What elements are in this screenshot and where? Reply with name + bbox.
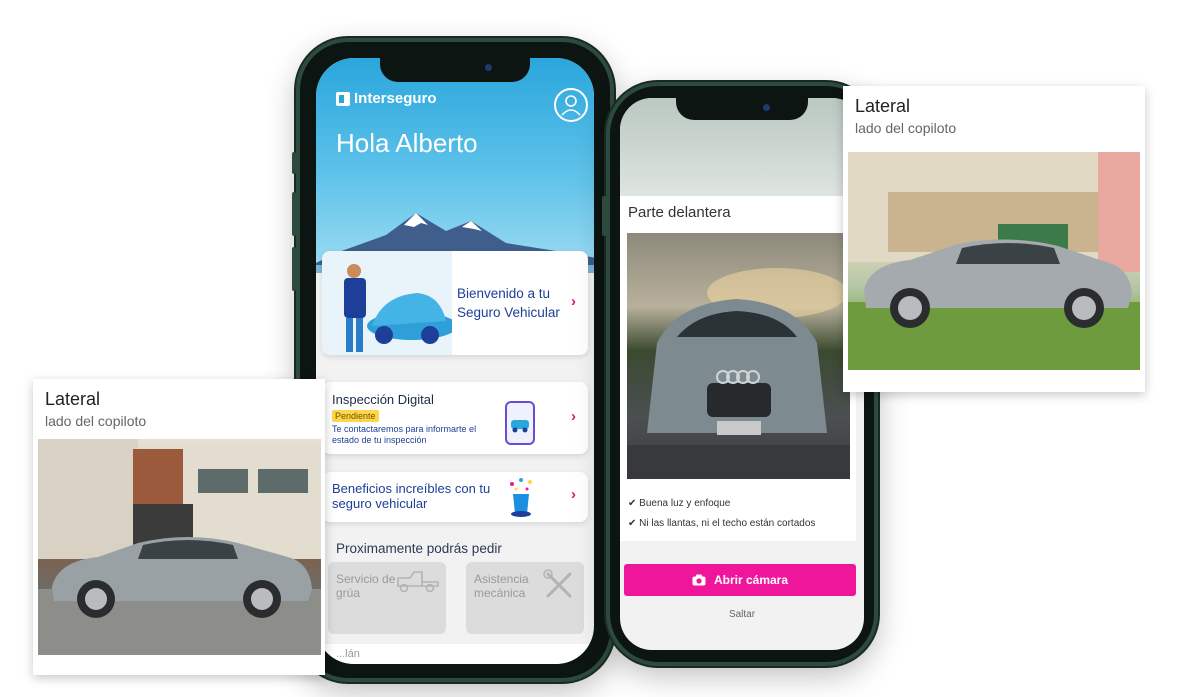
inspection-description: Te contactaremos para informarte el esta… (332, 424, 477, 445)
section-title: Parte delantera (628, 204, 731, 221)
service-mechanic-card: Asistencia mecánica (466, 562, 584, 634)
card-title: Lateral (45, 389, 101, 409)
welcome-card[interactable]: Bienvenido a tu Seguro Vehicular › (322, 251, 588, 355)
volume-down (292, 247, 296, 291)
service-mechanic-label: Asistencia mecánica (474, 572, 529, 600)
brand-logo: Interseguro (336, 90, 437, 107)
tow-truck-icon (397, 571, 439, 593)
camera-icon (692, 574, 706, 586)
card-title: Lateral (855, 96, 911, 116)
camera-screen: Parte delantera ✔ Buena luz y enfoque ✔ … (620, 98, 864, 650)
service-tow-card: Servicio de grúa (328, 562, 446, 634)
lateral-card-right: Lateral lado del copiloto (843, 86, 1145, 392)
chevron-right-icon: › (571, 486, 576, 503)
benefits-title: Beneficios increíbles con tu seguro vehi… (332, 481, 491, 511)
bottom-partial-text: ...lán (336, 648, 360, 660)
inspection-title: Inspección Digital (332, 392, 434, 407)
mute-switch (292, 152, 296, 174)
notch (676, 94, 808, 120)
card-subtitle: lado del copiloto (855, 120, 957, 136)
open-camera-button[interactable]: Abrir cámara (624, 564, 856, 596)
check-icon: ✔ (628, 498, 637, 509)
check-item: ✔ Buena luz y enfoque (628, 498, 730, 509)
coming-soon-title: Proximamente podrás pedir (336, 541, 502, 556)
inspection-card[interactable]: Inspección Digital Pendiente Te contacta… (322, 382, 588, 454)
greeting-title: Hola Alberto (336, 128, 478, 158)
volume-up (292, 192, 296, 236)
hero-banner: Interseguro Hola Alberto (316, 58, 594, 273)
bottom-section: ...lán (316, 644, 594, 664)
magic-hat-icon (510, 478, 532, 517)
check-icon: ✔ (628, 518, 637, 529)
welcome-illustration (322, 251, 452, 355)
car-front-photo (627, 233, 850, 479)
notch (380, 54, 530, 82)
phone-car-icon (505, 401, 535, 445)
phone-camera: Parte delantera ✔ Buena luz y enfoque ✔ … (602, 82, 878, 666)
volume-button (602, 196, 606, 236)
front-photo-card: Parte delantera ✔ Buena luz y enfoque ✔ … (620, 196, 856, 541)
brand-mark-icon (336, 91, 350, 106)
check-label: Buena luz y enfoque (639, 498, 731, 509)
service-tow-label: Servicio de grúa (336, 572, 396, 600)
check-label: Ni las llantas, ni el techo están cortad… (639, 518, 816, 529)
chevron-right-icon: › (571, 293, 576, 310)
skip-link[interactable]: Saltar (620, 609, 864, 620)
tools-icon (543, 569, 572, 598)
car-side-photo (38, 439, 321, 655)
phone-home: Interseguro Hola Alberto Bienvenido a tu… (292, 38, 614, 682)
open-camera-label: Abrir cámara (713, 573, 789, 587)
benefits-card[interactable]: Beneficios increíbles con tu seguro vehi… (322, 472, 588, 522)
status-badge: Pendiente (332, 410, 379, 422)
card-subtitle: lado del copiloto (45, 413, 147, 429)
home-screen: Interseguro Hola Alberto Bienvenido a tu… (316, 58, 594, 664)
car-side-photo (848, 152, 1140, 370)
brand-name: Interseguro (354, 90, 437, 107)
profile-button[interactable] (554, 88, 588, 122)
marketing-composite: Interseguro Hola Alberto Bienvenido a tu… (0, 0, 1199, 697)
chevron-right-icon: › (571, 408, 576, 425)
user-icon (561, 95, 581, 116)
check-item: ✔ Ni las llantas, ni el techo están cort… (628, 518, 815, 529)
welcome-card-title: Bienvenido a tu Seguro Vehicular (457, 286, 560, 320)
lateral-card-left: Lateral lado del copiloto (33, 379, 325, 675)
